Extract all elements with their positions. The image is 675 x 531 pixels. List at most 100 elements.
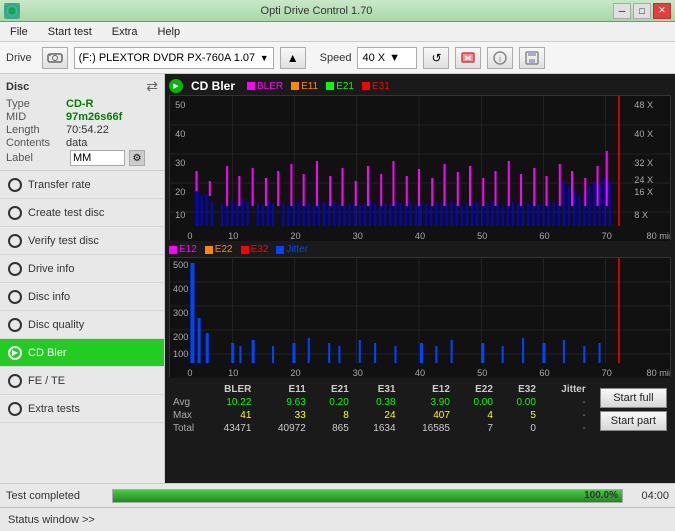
- status-window-label[interactable]: Status window >>: [8, 514, 95, 526]
- eject-button[interactable]: ▲: [280, 47, 306, 69]
- sidebar-item-extra-tests[interactable]: Extra tests: [0, 395, 164, 423]
- svg-text:50: 50: [477, 231, 487, 241]
- svg-text:10: 10: [175, 210, 185, 220]
- svg-text:32 X: 32 X: [634, 158, 653, 168]
- sidebar-item-transfer-rate[interactable]: Transfer rate: [0, 171, 164, 199]
- svg-text:40: 40: [415, 368, 425, 378]
- chart1-area: 50 40 30 20 10 0 10 20 30 40 50 60 70 80…: [169, 95, 671, 240]
- stats-max-label: Max: [173, 409, 203, 422]
- sidebar-item-cd-bler[interactable]: ▶ CD Bler: [0, 339, 164, 367]
- stats-avg-jitter: -: [542, 396, 592, 409]
- title-bar: Opti Drive Control 1.70 ─ □ ✕: [0, 0, 675, 22]
- chart1-icon: [169, 79, 183, 93]
- stats-header-e32: E32: [499, 383, 542, 396]
- disc-refresh-icon[interactable]: ⇄: [146, 78, 158, 95]
- disc-label-gear-icon[interactable]: ⚙: [129, 150, 145, 166]
- info-button[interactable]: i: [487, 47, 513, 69]
- speed-label: Speed: [320, 52, 352, 64]
- stats-section: BLER E11 E21 E31 E12 E22 E32 Jitter Avg: [165, 379, 675, 439]
- sidebar-item-drive-info[interactable]: Drive info: [0, 255, 164, 283]
- extra-tests-icon: [8, 402, 22, 416]
- progress-bar-container: 100.0%: [112, 489, 623, 503]
- bottom-status-bar: Status window >>: [0, 507, 675, 531]
- sidebar-item-fe-te[interactable]: FE / TE: [0, 367, 164, 395]
- chart2-svg: 500 400 300 200 100 0 10 20 30 40 50 60 …: [170, 258, 670, 378]
- menu-file[interactable]: File: [4, 25, 34, 39]
- disc-mid-value: 97m26s66f: [66, 111, 122, 123]
- stats-table: BLER E11 E21 E31 E12 E22 E32 Jitter Avg: [173, 383, 592, 435]
- svg-text:400: 400: [173, 284, 188, 294]
- stats-max-bler: 41: [203, 409, 257, 422]
- drive-bar: Drive (F:) PLEXTOR DVDR PX-760A 1.07 ▼ ▲…: [0, 42, 675, 74]
- sidebar-label-verify-test-disc: Verify test disc: [28, 235, 99, 247]
- disc-contents-value: data: [66, 137, 87, 149]
- stats-max-e21: 8: [312, 409, 355, 422]
- minimize-button[interactable]: ─: [613, 3, 631, 19]
- menu-start-test[interactable]: Start test: [42, 25, 98, 39]
- save-button[interactable]: [519, 47, 545, 69]
- chart1-header: CD Bler BLER E11 E21: [169, 77, 671, 95]
- drive-select[interactable]: (F:) PLEXTOR DVDR PX-760A 1.07 ▼: [74, 47, 274, 69]
- status-bar: Test completed 100.0% 04:00: [0, 483, 675, 507]
- menu-extra[interactable]: Extra: [106, 25, 144, 39]
- svg-text:20: 20: [175, 187, 185, 197]
- sidebar-label-extra-tests: Extra tests: [28, 403, 80, 415]
- disc-section: Disc ⇄ Type CD-R MID 97m26s66f Length 70…: [0, 74, 164, 171]
- sidebar-label-disc-quality: Disc quality: [28, 319, 84, 331]
- legend2-e22-dot: [205, 246, 213, 254]
- svg-text:40: 40: [175, 129, 185, 139]
- speed-select[interactable]: 40 X ▼: [357, 47, 417, 69]
- svg-text:300: 300: [173, 308, 188, 318]
- close-button[interactable]: ✕: [653, 3, 671, 19]
- time-display: 04:00: [629, 490, 669, 502]
- stats-total-bler: 43471: [203, 422, 257, 435]
- sidebar-label-create-test-disc: Create test disc: [28, 207, 104, 219]
- clear-button[interactable]: [455, 47, 481, 69]
- svg-text:16 X: 16 X: [634, 187, 653, 197]
- stats-avg-e32: 0.00: [499, 396, 542, 409]
- stats-avg-e31: 0.38: [355, 396, 402, 409]
- verify-test-disc-icon: [8, 234, 22, 248]
- start-buttons: Start full Start part: [600, 388, 667, 431]
- legend-e11-label: E11: [301, 81, 318, 92]
- sidebar-item-create-test-disc[interactable]: Create test disc: [0, 199, 164, 227]
- sidebar-item-disc-info[interactable]: Disc info: [0, 283, 164, 311]
- stats-total-label: Total: [173, 422, 203, 435]
- legend2-e12-label: E12: [179, 244, 197, 255]
- disc-contents-label: Contents: [6, 137, 66, 149]
- sidebar-item-disc-quality[interactable]: Disc quality: [0, 311, 164, 339]
- sidebar-label-cd-bler: CD Bler: [28, 347, 67, 359]
- progress-label: 100.0%: [584, 490, 618, 502]
- svg-text:50: 50: [175, 100, 185, 110]
- svg-text:10: 10: [228, 231, 238, 241]
- legend-bler-label: BLER: [257, 81, 283, 92]
- disc-length-label: Length: [6, 124, 66, 136]
- stats-max-e22: 4: [456, 409, 499, 422]
- stats-max-jitter: -: [542, 409, 592, 422]
- start-full-button[interactable]: Start full: [600, 388, 667, 408]
- svg-text:60: 60: [539, 231, 549, 241]
- stats-header-jitter: Jitter: [542, 383, 592, 396]
- stats-avg-e12: 3.90: [402, 396, 456, 409]
- svg-text:60: 60: [539, 368, 549, 378]
- chart2-area: 500 400 300 200 100 0 10 20 30 40 50 60 …: [169, 257, 671, 377]
- stats-total-e21: 865: [312, 422, 355, 435]
- window-title: Opti Drive Control 1.70: [20, 5, 613, 17]
- stats-avg-bler: 10.22: [203, 396, 257, 409]
- maximize-button[interactable]: □: [633, 3, 651, 19]
- svg-text:70: 70: [602, 368, 612, 378]
- sidebar-label-disc-info: Disc info: [28, 291, 70, 303]
- disc-label-input[interactable]: [70, 150, 125, 166]
- drive-icon-btn[interactable]: [42, 47, 68, 69]
- refresh-button[interactable]: ↺: [423, 47, 449, 69]
- start-part-button[interactable]: Start part: [600, 411, 667, 431]
- stats-max-e32: 5: [499, 409, 542, 422]
- sidebar-item-verify-test-disc[interactable]: Verify test disc: [0, 227, 164, 255]
- stats-total-e12: 16585: [402, 422, 456, 435]
- svg-text:0: 0: [187, 368, 192, 378]
- menu-help[interactable]: Help: [151, 25, 186, 39]
- speed-dropdown-arrow: ▼: [389, 52, 400, 64]
- legend-e31-label: E31: [372, 81, 390, 92]
- sidebar-label-drive-info: Drive info: [28, 263, 74, 275]
- drive-dropdown-arrow: ▼: [260, 53, 269, 63]
